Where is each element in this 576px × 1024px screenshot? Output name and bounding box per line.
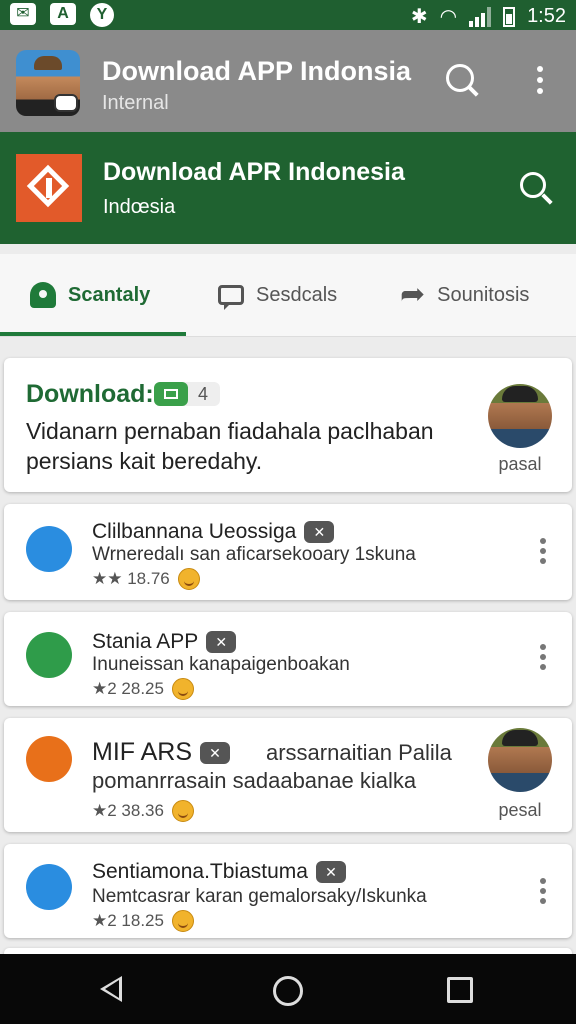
tab-sesdcals[interactable]: Sesdcals [218, 254, 337, 336]
wifi-icon: ◠ [439, 6, 458, 28]
list-item[interactable]: Stania APP ✕ Inuneissan kanapaigenboakan … [4, 612, 572, 706]
system-nav-bar [0, 954, 576, 1024]
status-bar: ✉ A Y ✱ ◠ 1:52 [0, 0, 576, 30]
app-subtitle: Internal [102, 92, 169, 114]
list-item[interactable]: Sentiamona.Tbiastuma ✕ Nemtcasrar karan g… [4, 844, 572, 938]
download-logo-icon [16, 154, 82, 222]
app-title: Download APP Indonsia [102, 56, 412, 86]
app-name: Stania APP [92, 630, 199, 653]
mail-icon: ✉ [10, 3, 36, 25]
avatar-label: pasal [498, 454, 542, 474]
close-badge-icon[interactable]: ✕ [315, 861, 346, 884]
list-item[interactable]: Clilbannana Ueossiga ✕ Wrneredalı san afi… [4, 504, 572, 600]
tab-scantaly[interactable]: Scantaly [30, 254, 150, 336]
home-icon[interactable] [273, 976, 303, 1006]
search-icon[interactable] [446, 64, 474, 92]
more-vert-icon[interactable] [537, 66, 543, 99]
signal-icon [469, 6, 492, 27]
featured-body: Vidanarn pernaban fiadahala paclhaban pe… [26, 418, 434, 474]
featured-badge: 4 [154, 382, 220, 406]
emoji-icon [171, 910, 194, 932]
featured-title: Download: [26, 380, 154, 408]
main-app-bar: Download APR Indonesia Indœsia [0, 132, 576, 244]
top-app-bar: Download APP Indonsia Internal [0, 30, 576, 132]
chat-bubble-icon [26, 526, 72, 572]
clock: 1:52 [527, 5, 566, 27]
screen-icon [26, 632, 72, 678]
app-avatar[interactable] [16, 50, 80, 116]
tab-bar: Scantaly Sesdcals ➦ Sounitosis [0, 254, 576, 337]
list-item[interactable]: MIF ARS ✕ arssarnaitian Palila pomanrrasa… [4, 718, 572, 832]
app-desc: Wrneredalı san aficarsekooary 1skuna [92, 544, 416, 565]
emoji-icon [171, 800, 194, 822]
pin-icon [30, 282, 56, 308]
avatar-label: pesal [498, 800, 542, 820]
app-rating: ★★ 18.76 [92, 569, 170, 588]
search-icon[interactable] [520, 172, 546, 198]
toggle-icon [26, 736, 72, 782]
app-desc: Nemtcasrar karan gemalorsaky/Iskunka [92, 886, 427, 907]
app-name: Sentiamona.Tbiastuma [92, 860, 308, 883]
more-vert-icon[interactable] [540, 878, 546, 908]
emoji-icon [171, 678, 194, 700]
featured-card[interactable]: Download: 4 Vidanarn pernaban fiadahala … [4, 358, 572, 492]
robot-icon [26, 864, 72, 910]
more-vert-icon[interactable] [540, 538, 546, 568]
avatar[interactable] [488, 384, 552, 448]
chat-icon [218, 285, 244, 310]
tab-indicator [0, 332, 186, 336]
tab-sounitosis[interactable]: ➦ Sounitosis [400, 254, 529, 336]
close-badge-icon[interactable]: ✕ [206, 631, 237, 654]
app-name: MIF ARS [92, 738, 193, 766]
app-name: Clilbannana Ueossiga [92, 520, 297, 543]
close-badge-icon[interactable]: ✕ [200, 742, 231, 765]
main-title: Download APR Indonesia [103, 158, 405, 186]
app-rating: ★2 28.25 [92, 679, 164, 698]
main-subtitle: Indœsia [103, 196, 176, 218]
battery-icon [503, 6, 516, 27]
more-vert-icon[interactable] [540, 644, 546, 674]
bluetooth-icon: ✱ [410, 6, 428, 28]
close-badge-icon[interactable]: ✕ [304, 521, 335, 544]
screen-icon [154, 382, 188, 406]
app-desc-line1: arssarnaitian Palila [266, 740, 452, 765]
app-rating: ★2 18.25 [92, 911, 164, 930]
avatar[interactable] [488, 728, 552, 792]
back-icon[interactable] [100, 976, 122, 1002]
app-desc: Inuneissan kanapaigenboakan [92, 654, 350, 675]
share-icon: ➦ [400, 278, 426, 311]
app-desc: pomanrrasain sadaabanae kialka [92, 768, 417, 793]
app-rating: ★2 38.36 [92, 801, 164, 820]
tab-label: Sesdcals [256, 283, 338, 306]
emoji-icon [177, 568, 200, 590]
tab-label: Sounitosis [437, 283, 530, 306]
recents-icon[interactable] [447, 977, 473, 1003]
tab-label: Scantaly [68, 283, 151, 306]
yahoo-icon: Y [90, 3, 114, 27]
adobe-icon: A [50, 3, 76, 25]
